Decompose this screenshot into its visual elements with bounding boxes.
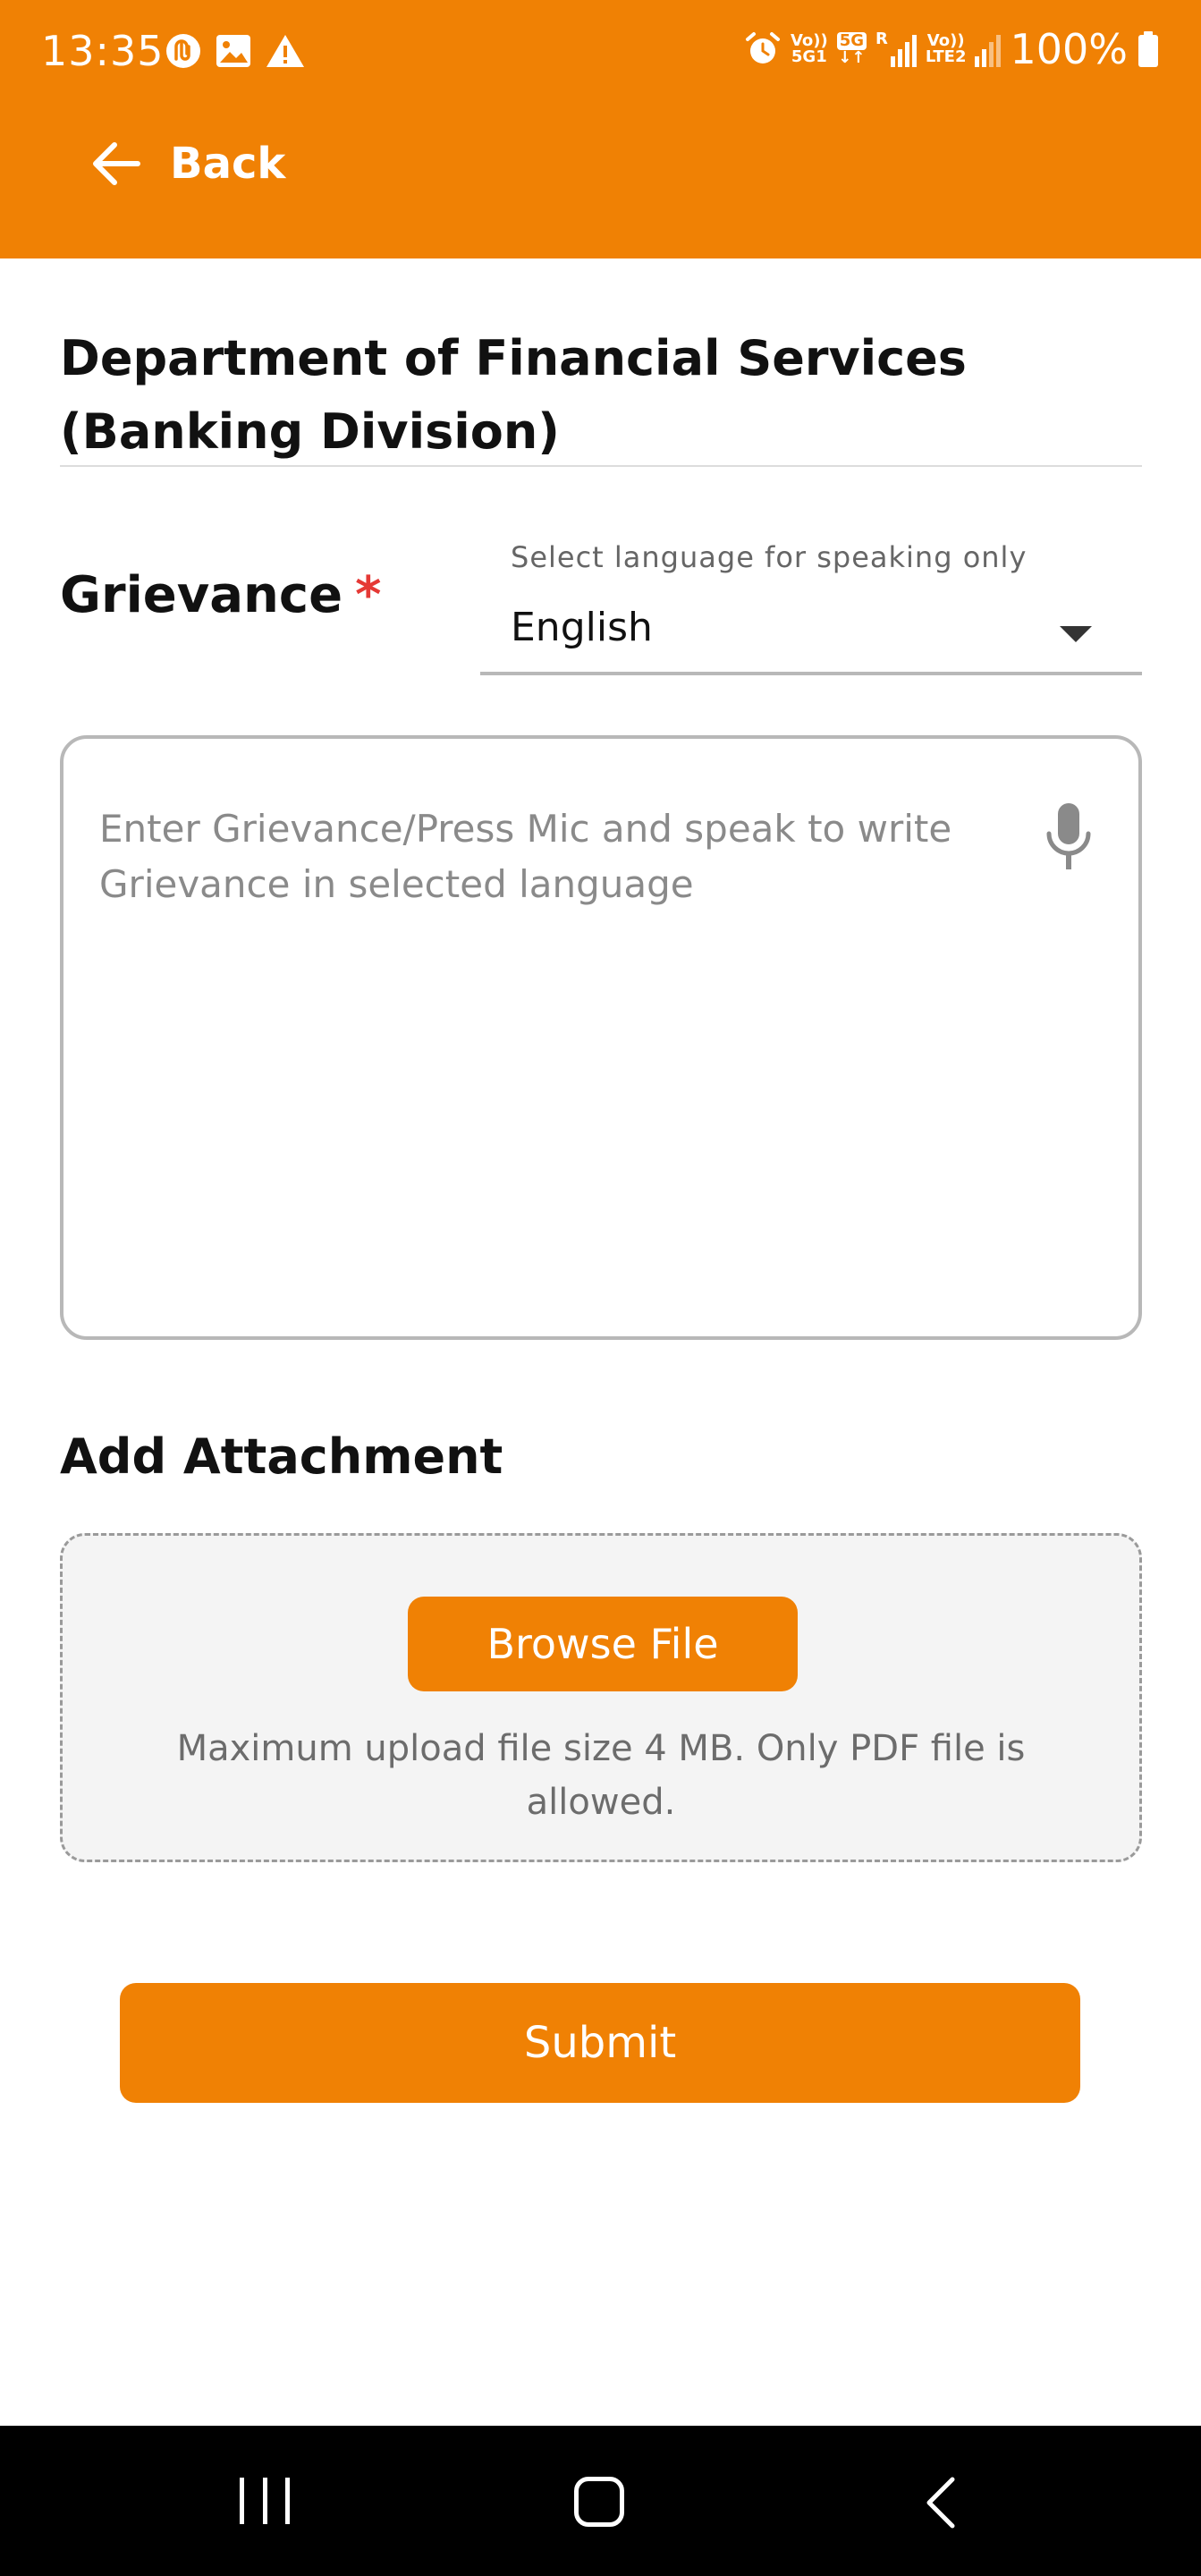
- grievance-textarea[interactable]: Enter Grievance/Press Mic and speak to w…: [60, 735, 1142, 1340]
- grievance-placeholder: Enter Grievance/Press Mic and speak to w…: [99, 807, 952, 906]
- attachment-dropzone[interactable]: Browse File Maximum upload file size 4 M…: [60, 1533, 1142, 1862]
- title-divider: [60, 465, 1142, 467]
- language-dropdown[interactable]: English: [480, 590, 1142, 675]
- microphone-icon: [1046, 803, 1091, 869]
- required-indicator: *: [355, 566, 382, 624]
- app-notification-icon: [166, 34, 200, 68]
- battery-icon: [1138, 31, 1158, 67]
- recent-apps-icon-bar: [285, 2478, 290, 2524]
- add-attachment-title: Add Attachment: [60, 1428, 503, 1485]
- recent-apps-icon-bar: [262, 2478, 267, 2524]
- microphone-button[interactable]: [1042, 800, 1095, 875]
- browse-file-button[interactable]: Browse File: [408, 1597, 798, 1691]
- recent-apps-icon-bar: [240, 2478, 244, 2524]
- submit-button[interactable]: Submit: [120, 1983, 1080, 2103]
- app-header: 13:35 Vo)) 5G1 5G ↓↑ R Vo)) LTE2 100% Ba…: [0, 0, 1201, 258]
- back-button[interactable]: Back: [89, 139, 285, 189]
- gallery-icon: [216, 35, 250, 67]
- language-selected-value: English: [511, 605, 653, 650]
- chevron-left-icon: [926, 2477, 955, 2529]
- system-back-button[interactable]: [917, 2476, 970, 2529]
- status-notification-icons: [165, 32, 306, 70]
- department-title: Department of Financial Services (Bankin…: [60, 330, 967, 460]
- back-label: Back: [170, 139, 286, 189]
- 5g-indicator: 5G ↓↑: [836, 31, 867, 67]
- home-button[interactable]: [574, 2477, 624, 2527]
- sim2-network-label: Vo)) LTE2: [925, 31, 967, 66]
- grievance-label: Grievance *: [60, 566, 381, 624]
- upload-size-note: Maximum upload file size 4 MB. Only PDF …: [176, 1728, 1026, 1823]
- grievance-label-text: Grievance: [60, 566, 343, 624]
- sim2-signal-icon: [975, 31, 1002, 67]
- dropdown-caret-icon: [1060, 626, 1092, 642]
- status-system-icons: Vo)) 5G1 5G ↓↑ R Vo)) LTE2 100%: [744, 25, 1160, 73]
- sim1-network-label: Vo)) 5G1: [790, 31, 828, 66]
- recent-apps-button[interactable]: [240, 2478, 290, 2524]
- system-navigation-bar: [0, 2426, 1201, 2576]
- sim1-signal-icon: R: [875, 31, 917, 67]
- language-select-caption: Select language for speaking only: [511, 540, 1028, 574]
- warning-icon: [266, 35, 304, 67]
- alarm-icon: [745, 32, 780, 64]
- arrow-left-icon: [93, 142, 140, 185]
- battery-percentage: 100%: [1010, 25, 1128, 73]
- status-time: 13:35: [41, 27, 165, 75]
